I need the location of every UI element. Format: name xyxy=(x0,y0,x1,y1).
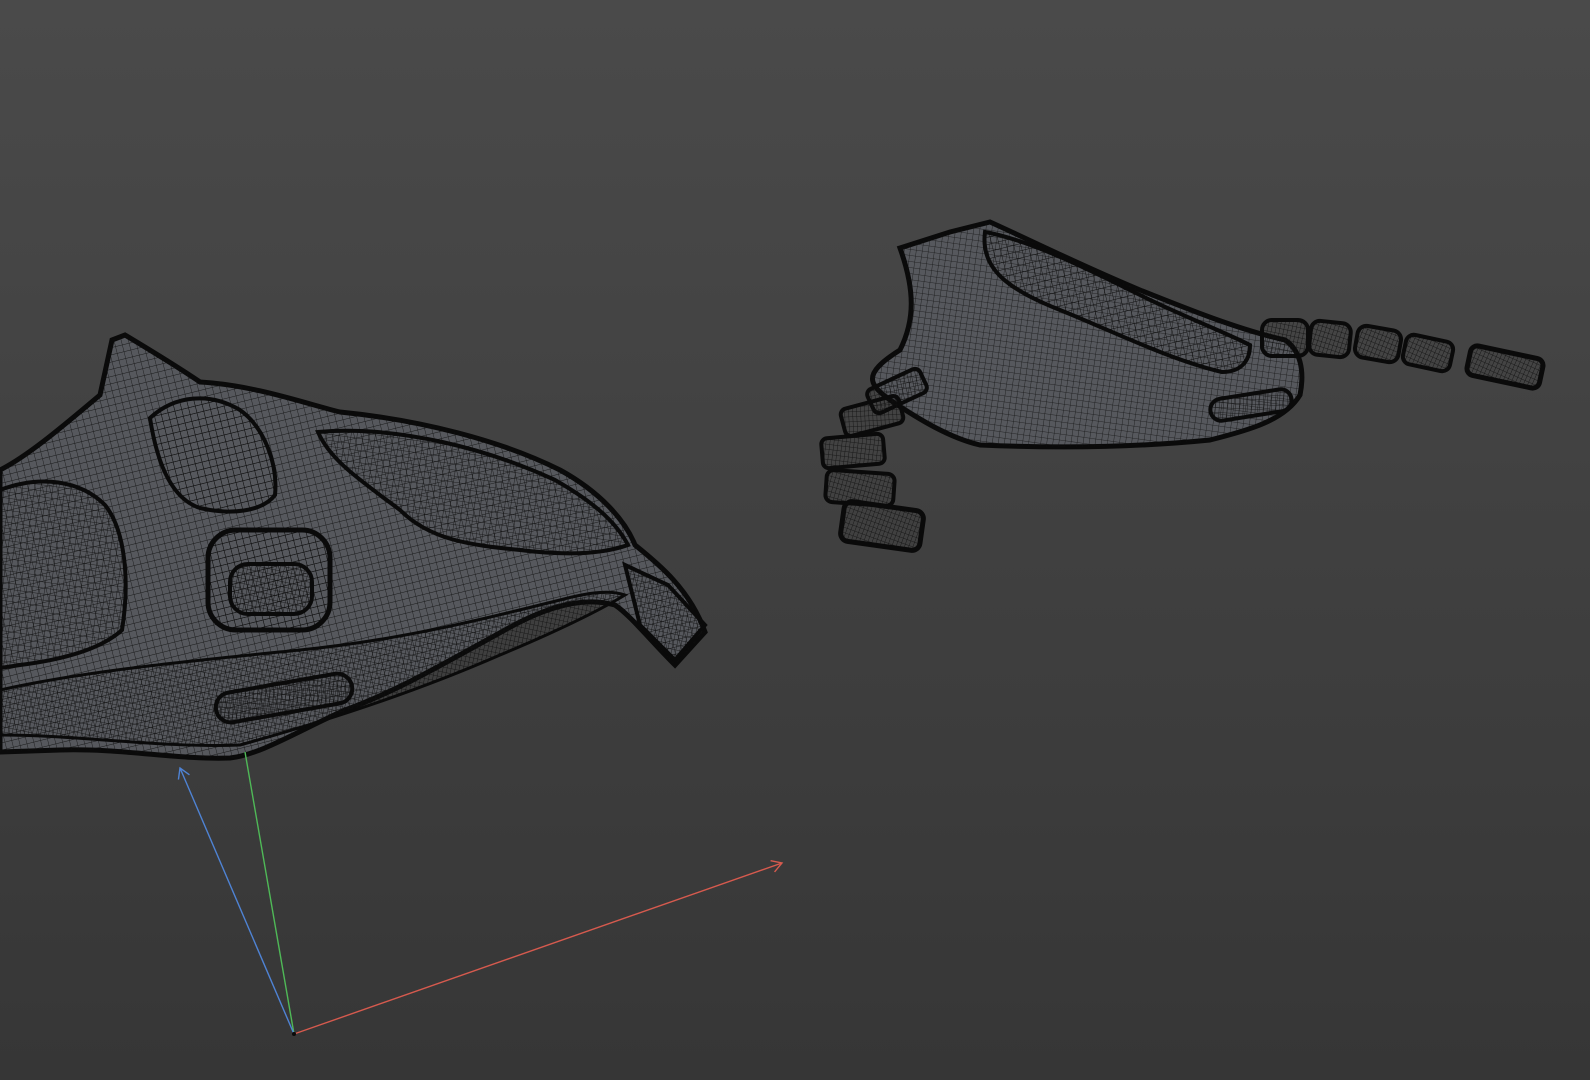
mesh-right-finger-5 xyxy=(838,499,926,553)
mesh-left-knob-inner xyxy=(228,562,314,616)
gizmo-origin[interactable] xyxy=(292,1032,296,1036)
mesh-right-tail-2 xyxy=(1307,318,1353,360)
viewport-canvas[interactable] xyxy=(0,0,1590,1080)
mesh-right-finger-3 xyxy=(819,431,887,471)
3d-viewport[interactable] xyxy=(0,0,1590,1080)
mesh-left-panel-c xyxy=(0,479,128,671)
mesh-right-tail-1 xyxy=(1260,318,1310,358)
mesh-right-tail-3 xyxy=(1352,323,1404,365)
